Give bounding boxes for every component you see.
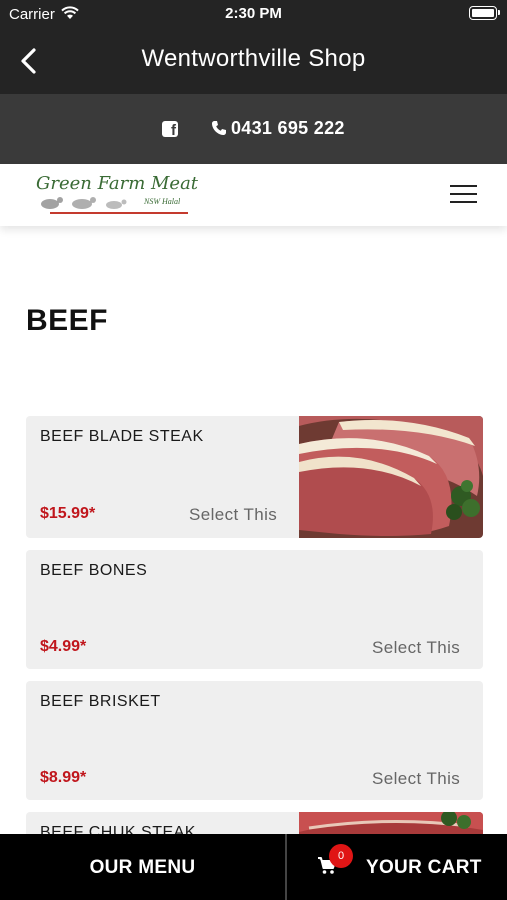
bottom-bar: OUR MENU 0 YOUR CART: [0, 834, 507, 900]
product-price: $15.99*: [40, 505, 96, 522]
battery-icon: [469, 6, 500, 20]
logo-underline: [50, 212, 188, 214]
phone-number[interactable]: 0431 695 222: [231, 118, 345, 139]
product-price: $8.99*: [40, 769, 87, 786]
product-price: $4.99*: [40, 638, 87, 655]
logo-subtext: NSW Halal: [144, 197, 181, 206]
category-title: BEEF: [26, 304, 109, 337]
logo-animals-icon: [41, 197, 127, 209]
contact-bar: f 0431 695 222: [0, 94, 507, 164]
logo-text: Green Farm Meat: [36, 173, 199, 194]
select-this-link[interactable]: Select This: [372, 769, 460, 789]
hamburger-menu-icon[interactable]: [450, 185, 477, 203]
your-cart-button[interactable]: 0 YOUR CART: [287, 834, 507, 900]
status-time: 2:30 PM: [225, 5, 282, 22]
site-header: Green Farm Meat NSW Halal: [0, 164, 507, 226]
status-bar: Carrier 2:30 PM: [0, 0, 507, 28]
select-this-link[interactable]: Select This: [372, 638, 460, 658]
cart-count-badge: 0: [329, 844, 353, 868]
product-card-beef-bones[interactable]: BEEF BONES $4.99* Select This: [26, 550, 483, 669]
product-name: BEEF BRISKET: [40, 693, 161, 710]
our-menu-label: OUR MENU: [89, 857, 196, 878]
product-card-beef-brisket[interactable]: BEEF BRISKET $8.99* Select This: [26, 681, 483, 800]
select-this-link[interactable]: Select This: [189, 505, 277, 525]
product-name: BEEF BONES: [40, 562, 148, 579]
your-cart-label: YOUR CART: [366, 857, 482, 878]
product-card-beef-blade-steak[interactable]: BEEF BLADE STEAK $15.99* Select This: [26, 416, 483, 538]
navigation-bar: Wentworthville Shop: [0, 28, 507, 94]
beef-steak-image: [299, 416, 483, 538]
page-title-bar: Wentworthville Shop: [141, 45, 366, 72]
facebook-icon[interactable]: f: [162, 121, 178, 139]
phone-icon: [212, 121, 226, 135]
product-name: BEEF BLADE STEAK: [40, 428, 204, 445]
our-menu-button[interactable]: OUR MENU: [0, 834, 285, 900]
logo[interactable]: Green Farm Meat NSW Halal: [36, 170, 198, 218]
